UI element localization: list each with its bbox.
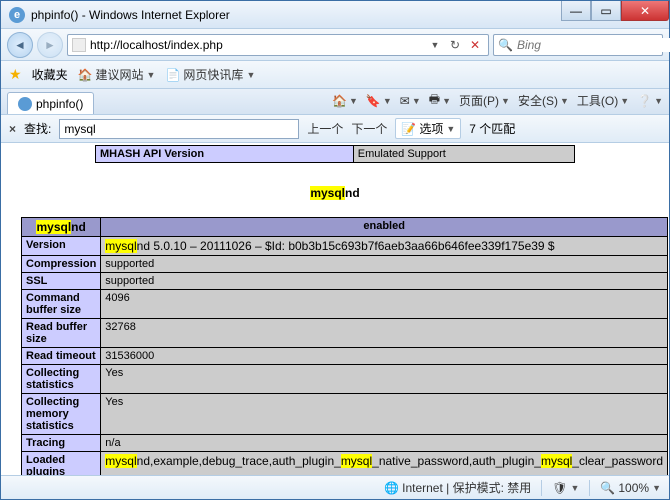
search-input[interactable] bbox=[517, 38, 670, 52]
zoom-indicator[interactable]: 🔍100%▼ bbox=[600, 481, 661, 495]
print-button[interactable]: 🖶▼ bbox=[429, 90, 451, 111]
section-heading: mysqlnd bbox=[21, 177, 649, 203]
table-row: Collecting memory statisticsYes bbox=[22, 394, 668, 435]
tab-bar: phpinfo() 🏠▼ 🔖▼ ✉▼ 🖶▼ 页面(P)▼ 安全(S)▼ 工具(O… bbox=[1, 89, 669, 115]
find-match-count: 7 个匹配 bbox=[469, 120, 515, 137]
table-header-left: mysqlnd bbox=[22, 218, 101, 237]
table-row: SSLsupported bbox=[22, 273, 668, 290]
page-content[interactable]: MHASH API VersionEmulated Support mysqln… bbox=[1, 143, 669, 475]
address-bar[interactable]: ▼ ↻ ✕ bbox=[67, 34, 489, 56]
refresh-icon[interactable]: ↻ bbox=[446, 36, 464, 54]
command-bar: 🏠▼ 🔖▼ ✉▼ 🖶▼ 页面(P)▼ 安全(S)▼ 工具(O)▼ ❔▼ bbox=[332, 90, 663, 114]
close-button[interactable]: ✕ bbox=[621, 1, 669, 21]
forward-button[interactable]: ► bbox=[37, 32, 63, 58]
tab-title: phpinfo() bbox=[36, 97, 83, 111]
dropdown-icon[interactable]: ▼ bbox=[426, 36, 444, 54]
zone-indicator[interactable]: 🌐Internet | 保护模式: 禁用 bbox=[384, 479, 531, 496]
nav-toolbar: ◄ ► ▼ ↻ ✕ 🔍 bbox=[1, 29, 669, 61]
help-button[interactable]: ❔▼ bbox=[637, 94, 663, 108]
table-row: Command buffer size4096 bbox=[22, 290, 668, 319]
find-next-button[interactable]: 下一个 bbox=[351, 120, 387, 137]
protected-mode-icon[interactable]: 🛡▼ bbox=[552, 481, 579, 495]
window-title: phpinfo() - Windows Internet Explorer bbox=[31, 8, 561, 22]
search-box[interactable]: 🔍 bbox=[493, 34, 663, 56]
status-bar: 🌐Internet | 保护模式: 禁用 🛡▼ 🔍100%▼ bbox=[1, 475, 669, 499]
stop-icon[interactable]: ✕ bbox=[466, 36, 484, 54]
window-titlebar: e phpinfo() - Windows Internet Explorer … bbox=[1, 1, 669, 29]
web-slice-gallery[interactable]: 📄网页快讯库▼ bbox=[165, 66, 255, 83]
home-button[interactable]: 🏠▼ bbox=[332, 94, 358, 108]
mhash-key: MHASH API Version bbox=[96, 146, 354, 163]
mhash-table: MHASH API VersionEmulated Support bbox=[95, 145, 575, 163]
favorites-star-icon[interactable]: ★ bbox=[9, 66, 22, 83]
page-icon bbox=[72, 38, 86, 52]
back-button[interactable]: ◄ bbox=[7, 32, 33, 58]
find-bar: × 查找: 上一个 下一个 📝选项▼ 7 个匹配 bbox=[1, 115, 669, 143]
tab-phpinfo[interactable]: phpinfo() bbox=[7, 92, 94, 114]
safety-menu[interactable]: 安全(S)▼ bbox=[518, 92, 569, 109]
tools-menu[interactable]: 工具(O)▼ bbox=[577, 92, 629, 109]
table-row: Compressionsupported bbox=[22, 256, 668, 273]
table-row: Read buffer size32768 bbox=[22, 319, 668, 348]
favorites-bar: ★ 收藏夹 🏠建议网站▼ 📄网页快讯库▼ bbox=[1, 61, 669, 89]
window-controls: — ▭ ✕ bbox=[561, 1, 669, 28]
table-row: Read timeout31536000 bbox=[22, 348, 668, 365]
find-label: 查找: bbox=[24, 120, 51, 137]
maximize-button[interactable]: ▭ bbox=[591, 1, 621, 21]
find-close-icon[interactable]: × bbox=[9, 122, 16, 136]
mail-button[interactable]: ✉▼ bbox=[400, 94, 421, 108]
suggested-sites[interactable]: 🏠建议网站▼ bbox=[78, 66, 156, 83]
mysqlnd-table: mysqlndenabled Versionmysqlnd 5.0.10 – 2… bbox=[21, 217, 668, 475]
table-row: Loaded pluginsmysqlnd,example,debug_trac… bbox=[22, 452, 668, 476]
search-icon: 🔍 bbox=[498, 38, 513, 52]
table-row: Tracingn/a bbox=[22, 435, 668, 452]
mhash-val: Emulated Support bbox=[353, 146, 574, 163]
table-header-right: enabled bbox=[101, 218, 668, 237]
find-options-button[interactable]: 📝选项▼ bbox=[395, 118, 461, 139]
favorites-label[interactable]: 收藏夹 bbox=[32, 66, 68, 83]
table-row: Versionmysqlnd 5.0.10 – 20111026 – $Id: … bbox=[22, 237, 668, 256]
feeds-button[interactable]: 🔖▼ bbox=[366, 94, 392, 108]
page-menu[interactable]: 页面(P)▼ bbox=[459, 92, 510, 109]
ie-icon: e bbox=[9, 7, 25, 23]
find-prev-button[interactable]: 上一个 bbox=[307, 120, 343, 137]
find-input[interactable] bbox=[59, 119, 299, 139]
ie-tab-icon bbox=[18, 97, 32, 111]
table-row: Collecting statisticsYes bbox=[22, 365, 668, 394]
minimize-button[interactable]: — bbox=[561, 1, 591, 21]
url-input[interactable] bbox=[90, 38, 422, 52]
